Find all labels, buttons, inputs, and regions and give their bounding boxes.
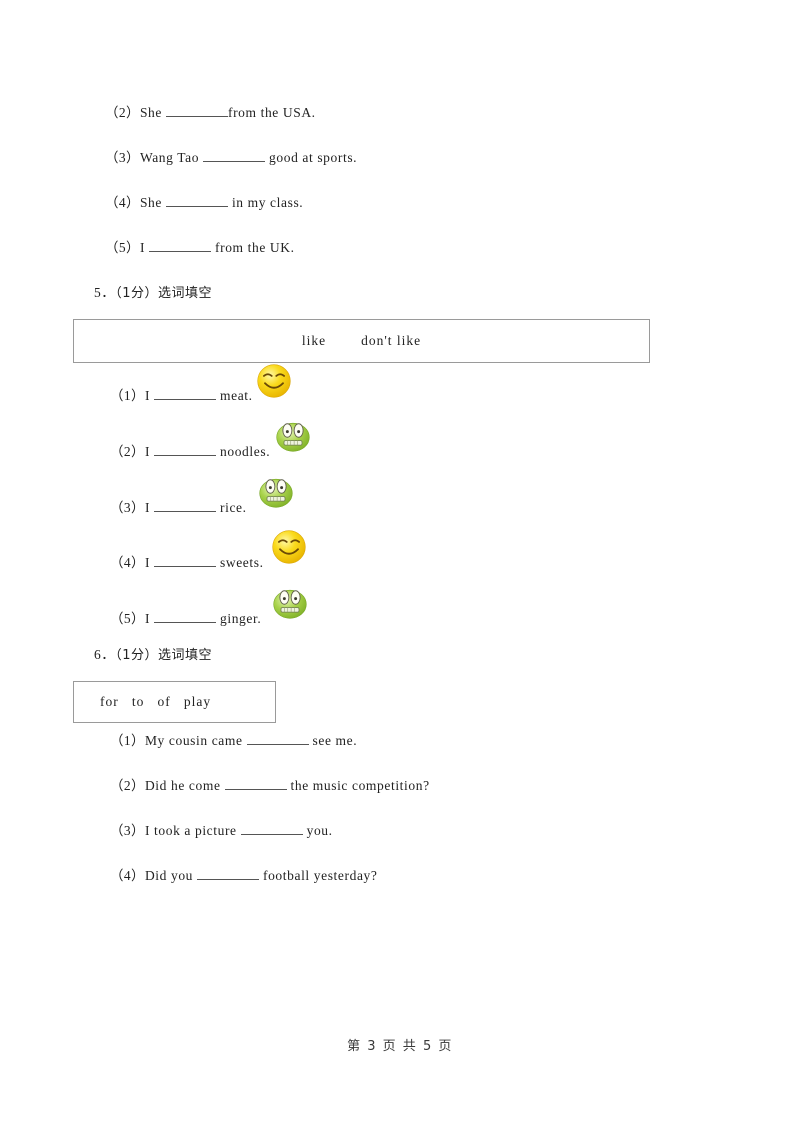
- question-text-after: the music competition?: [286, 778, 430, 793]
- section-number: 5．: [94, 285, 116, 300]
- section-title: 选词填空: [158, 648, 213, 663]
- question-line: （5）I from the UK.: [105, 239, 295, 257]
- question-text-after: meat.: [216, 388, 253, 403]
- question-number: （4）: [110, 555, 145, 570]
- word-bank-box-6: for to of play: [73, 681, 276, 723]
- question-text-before: I: [144, 444, 155, 459]
- question-line: （2）She from the USA.: [105, 104, 316, 122]
- section-heading-5: 5．（1分）选词填空: [94, 284, 212, 303]
- question-text-before: My cousin came: [144, 733, 247, 748]
- answer-blank[interactable]: [203, 149, 266, 162]
- question-number: （2）: [105, 105, 140, 120]
- word-bank-words: for to of play: [100, 694, 212, 709]
- question-text-before: I: [144, 500, 155, 515]
- question-number: （1）: [110, 733, 145, 748]
- queasy-face-green-icon: [258, 473, 294, 509]
- question-number: （5）: [105, 240, 140, 255]
- question-text-before: I: [139, 240, 150, 255]
- word-bank-words: like don't like: [301, 333, 422, 348]
- question-text-before: I: [144, 388, 155, 403]
- question-line: （5）I ginger.: [110, 610, 261, 628]
- question-line: （2）I noodles.: [110, 443, 270, 461]
- question-text-after: in my class.: [227, 195, 304, 210]
- question-line: （1）My cousin came see me.: [110, 732, 357, 750]
- question-number: （1）: [110, 388, 145, 403]
- word-bank-box-5: like don't like: [73, 319, 650, 363]
- answer-blank[interactable]: [224, 777, 287, 790]
- question-number: （2）: [110, 444, 145, 459]
- question-text-before: Wang Tao: [139, 150, 204, 165]
- section-heading-6: 6．（1分）选词填空: [94, 646, 212, 665]
- question-number: （5）: [110, 611, 145, 626]
- smiling-face-yellow-icon: [271, 529, 307, 565]
- question-number: （4）: [105, 195, 140, 210]
- answer-blank[interactable]: [154, 443, 217, 456]
- queasy-face-green-icon: [272, 584, 308, 620]
- question-text-after: good at sports.: [265, 150, 358, 165]
- answer-blank[interactable]: [240, 822, 303, 835]
- question-text-before: She: [139, 195, 166, 210]
- question-line: （4）Did you football yesterday?: [110, 867, 377, 885]
- question-number: （3）: [110, 500, 145, 515]
- queasy-face-green-icon: [275, 417, 311, 453]
- question-text-before: I took a picture: [144, 823, 241, 838]
- question-number: （3）: [110, 823, 145, 838]
- question-line: （2）Did he come the music competition?: [110, 777, 430, 795]
- question-number: （3）: [105, 150, 140, 165]
- answer-blank[interactable]: [154, 610, 217, 623]
- answer-blank[interactable]: [154, 554, 217, 567]
- question-line: （3）I rice.: [110, 499, 247, 517]
- question-text-before: Did you: [144, 868, 198, 883]
- question-text-before: Did he come: [144, 778, 225, 793]
- answer-blank[interactable]: [149, 239, 212, 252]
- page-footer: 第 3 页 共 5 页: [347, 1039, 453, 1054]
- question-text-before: She: [139, 105, 166, 120]
- question-text-after: rice.: [216, 500, 247, 515]
- question-text-after: from the USA.: [227, 105, 316, 120]
- question-line: （1）I meat.: [110, 387, 253, 405]
- question-line: （4）I sweets.: [110, 554, 264, 572]
- answer-blank[interactable]: [154, 387, 217, 400]
- question-text-before: I: [144, 611, 155, 626]
- question-text-after: from the UK.: [211, 240, 295, 255]
- question-text-after: you.: [302, 823, 333, 838]
- answer-blank[interactable]: [154, 499, 217, 512]
- answer-blank[interactable]: [197, 867, 260, 880]
- question-line: （4）She in my class.: [105, 194, 303, 212]
- smiling-face-yellow-icon: [256, 363, 292, 399]
- question-text-after: see me.: [308, 733, 358, 748]
- question-line: （3）I took a picture you.: [110, 822, 333, 840]
- answer-blank[interactable]: [246, 732, 309, 745]
- question-number: （2）: [110, 778, 145, 793]
- section-points: （1分）: [115, 286, 159, 301]
- answer-blank[interactable]: [165, 194, 228, 207]
- question-line: （3）Wang Tao good at sports.: [105, 149, 357, 167]
- question-text-after: football yesterday?: [259, 868, 378, 883]
- question-text-before: I: [144, 555, 155, 570]
- section-points: （1分）: [115, 648, 159, 663]
- section-title: 选词填空: [158, 286, 213, 301]
- question-text-after: sweets.: [216, 555, 264, 570]
- answer-blank[interactable]: [165, 104, 228, 117]
- section-number: 6．: [94, 647, 116, 662]
- document-page: （2）She from the USA. （3）Wang Tao good at…: [0, 0, 800, 1132]
- question-number: （4）: [110, 868, 145, 883]
- question-text-after: ginger.: [216, 611, 262, 626]
- question-text-after: noodles.: [216, 444, 271, 459]
